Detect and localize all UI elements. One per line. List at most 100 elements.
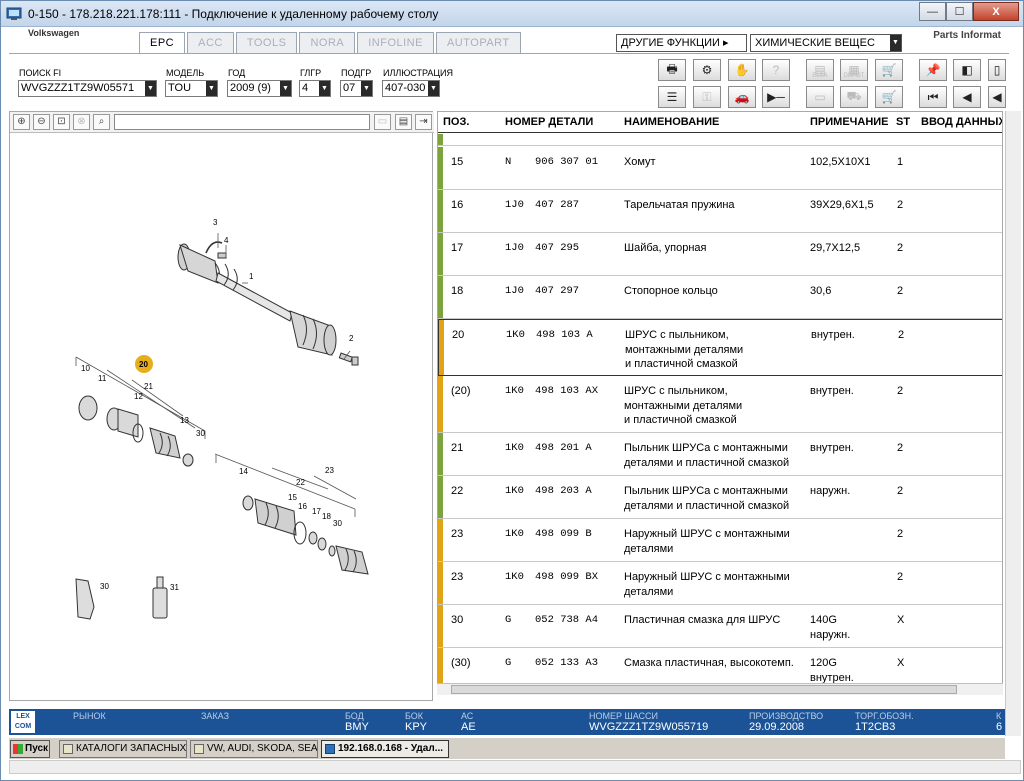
illustration-select[interactable]: 407-030 ▼ [382, 80, 440, 97]
model-select[interactable]: TOU ▼ [165, 80, 218, 97]
close-button[interactable]: X [973, 2, 1019, 21]
key-icon[interactable]: ⚿ [693, 86, 721, 108]
callout-10[interactable]: 10 [81, 364, 90, 373]
zoom-in-icon[interactable]: ⊕ [13, 114, 30, 130]
table-row[interactable]: 23 1K0 498 099 BX Наружный ШРУС с монтажным… [438, 562, 1002, 605]
chevron-down-icon[interactable]: ▼ [361, 81, 372, 96]
task-vw-audi[interactable]: VW, AUDI, SKODA, SEAT [190, 740, 318, 758]
car-search-icon[interactable]: ⛟ [840, 86, 868, 108]
callout-20[interactable]: 20 [139, 360, 148, 369]
callout-16[interactable]: 16 [298, 502, 307, 511]
callout-12[interactable]: 12 [134, 392, 143, 401]
drive-shaft[interactable] [177, 243, 337, 356]
task-remote-desktop[interactable]: 192.168.0.168 - Удал... [321, 740, 449, 758]
callout-18[interactable]: 18 [322, 512, 331, 521]
start-button[interactable]: Пуск [10, 740, 50, 758]
maximize-button[interactable]: ☐ [946, 2, 973, 21]
expand-arrow-icon[interactable]: ⇥ [415, 114, 432, 130]
zoom-reset-icon[interactable]: ⊗ [73, 114, 90, 130]
tab-epc[interactable]: EPC [139, 32, 186, 54]
sealant-31[interactable] [152, 576, 168, 619]
callout-30-inner[interactable]: 30 [196, 429, 205, 438]
grease-tube-30[interactable] [75, 578, 95, 620]
table-row[interactable]: 18 1J0 407 297 Стопорное кольцо 30,6 2 [438, 276, 1002, 319]
table-row[interactable]: 16 1J0 407 287 Тарельчатая пружина 39X29,6X1… [438, 190, 1002, 233]
cart-add-icon[interactable]: 🛒 [875, 86, 903, 108]
chevron-down-icon[interactable]: ▼ [206, 81, 217, 96]
chevron-down-icon[interactable]: ▼ [145, 81, 156, 96]
tab-nora[interactable]: NORA [299, 32, 356, 53]
search-input[interactable]: WVGZZZ1TZ9W05571 ▼ [18, 80, 157, 97]
help-icon[interactable]: ? [762, 59, 790, 81]
prev-item-icon[interactable]: ◀ [988, 86, 1006, 108]
table-row[interactable]: 23 1K0 498 099 B Наружный ШРУС с монтажными… [438, 519, 1002, 562]
elsa-icon[interactable]: ▤ ELSA [806, 59, 834, 81]
print-icon[interactable]: 🖶 [658, 59, 686, 81]
table-row[interactable]: 30 G 052 738 A4 Пластичная смазка для ШРУС 1… [438, 605, 1002, 648]
callout-30-outer[interactable]: 30 [333, 519, 342, 528]
pin-icon[interactable]: 📌 [919, 59, 947, 81]
col-part-number[interactable]: НОМЕР ДЕТАЛИ [505, 116, 593, 128]
bottom-scrollbar[interactable] [9, 760, 1021, 774]
list-icon[interactable]: ☰ [658, 86, 686, 108]
horizontal-scrollbar[interactable] [437, 683, 1003, 695]
callout-30-tube[interactable]: 30 [100, 582, 109, 591]
zoom-out-icon[interactable]: ⊖ [33, 114, 50, 130]
task-catalogs[interactable]: КАТАЛОГИ ЗАПАСНЫХ ... [59, 740, 187, 758]
clip-4[interactable] [217, 252, 227, 259]
chemicals-dropdown[interactable]: ХИМИЧЕСКИЕ ВЕЩЕС ▼ [750, 34, 902, 52]
handshake-icon[interactable]: ✋ [728, 59, 756, 81]
back-page-icon[interactable]: ◧ [953, 59, 981, 81]
table-row[interactable]: (20) 1K0 498 103 AX ШРУС с пыльником, монтаж… [438, 376, 1002, 433]
inner-joint-group[interactable] [78, 395, 194, 467]
service-icon[interactable]: ⚙ [693, 59, 721, 81]
callout-15[interactable]: 15 [288, 493, 297, 502]
parts-info-label[interactable]: Parts Informat [933, 30, 1001, 41]
vehicle-icon[interactable]: 🚗 [728, 86, 756, 108]
cart-icon[interactable]: 🛒 [875, 59, 903, 81]
ring-3[interactable] [205, 241, 223, 254]
bolt-2[interactable] [338, 352, 359, 366]
callout-22[interactable]: 22 [296, 478, 305, 487]
table-row[interactable]: 20 1K0 498 103 A ШРУС с пыльником, монтажным… [438, 319, 1002, 376]
callout-1[interactable]: 1 [249, 272, 254, 281]
play-step-icon[interactable]: ▶─ [762, 86, 790, 108]
callout-11[interactable]: 11 [98, 374, 107, 383]
col-note[interactable]: ПРИМЕЧАНИЕ [810, 116, 889, 128]
window-icon[interactable]: ▤ [395, 114, 412, 130]
callout-3[interactable]: 3 [213, 218, 218, 227]
other-functions-menu[interactable]: ДРУГИЕ ФУНКЦИИ ▸ [616, 34, 747, 52]
callout-13[interactable]: 13 [180, 416, 189, 425]
title-bar[interactable]: 0-150 - 178.218.221.178:111 - Подключени… [1, 1, 1023, 27]
exploded-diagram[interactable]: 1 2 3 4 10 11 12 13 14 15 16 17 18 20 21… [10, 133, 434, 701]
callout-4[interactable]: 4 [224, 236, 229, 245]
tab-acc[interactable]: ACC [187, 32, 234, 53]
callout-2[interactable]: 2 [349, 334, 354, 343]
callout-31[interactable]: 31 [170, 583, 179, 592]
layout-icon[interactable]: ▭ [374, 114, 391, 130]
zoom-fit-icon[interactable]: ⊡ [53, 114, 70, 130]
table-row[interactable]: 21 1K0 498 201 A Пыльник ШРУСа с монтажными… [438, 433, 1002, 476]
col-name[interactable]: НАИМЕНОВАНИЕ [624, 116, 719, 128]
col-input[interactable]: ВВОД ДАННЫХ [921, 116, 1002, 128]
main-group-select[interactable]: 4 ▼ [299, 80, 331, 97]
table-row[interactable]: 17 1J0 407 295 Шайба, упорная 29,7X12,5 2 [438, 233, 1002, 276]
table-row[interactable]: 22 1K0 498 203 A Пыльник ШРУСа с монтажными… [438, 476, 1002, 519]
table-row-partial[interactable] [438, 134, 1002, 146]
vertical-scrollbar[interactable] [1005, 111, 1021, 736]
year-select[interactable]: 2009 (9) ▼ [227, 80, 292, 97]
first-page-icon[interactable]: ⏮ [919, 86, 947, 108]
tab-tools[interactable]: TOOLS [235, 32, 298, 53]
sub-group-select[interactable]: 07 ▼ [340, 80, 373, 97]
phone-icon[interactable]: ▭ [806, 86, 834, 108]
chevron-down-icon[interactable]: ▼ [428, 81, 439, 96]
depot-icon[interactable]: ▦ DEPOT [840, 59, 868, 81]
zoom-field[interactable] [114, 114, 370, 130]
callout-14[interactable]: 14 [239, 467, 248, 476]
scrollbar-thumb[interactable] [451, 685, 957, 694]
chevron-down-icon[interactable]: ▼ [280, 81, 291, 96]
chevron-down-icon[interactable]: ▼ [319, 81, 330, 96]
callout-17[interactable]: 17 [312, 507, 321, 516]
prev-page-icon[interactable]: ◀ [953, 86, 981, 108]
page-icon[interactable]: ▯ [988, 59, 1006, 81]
